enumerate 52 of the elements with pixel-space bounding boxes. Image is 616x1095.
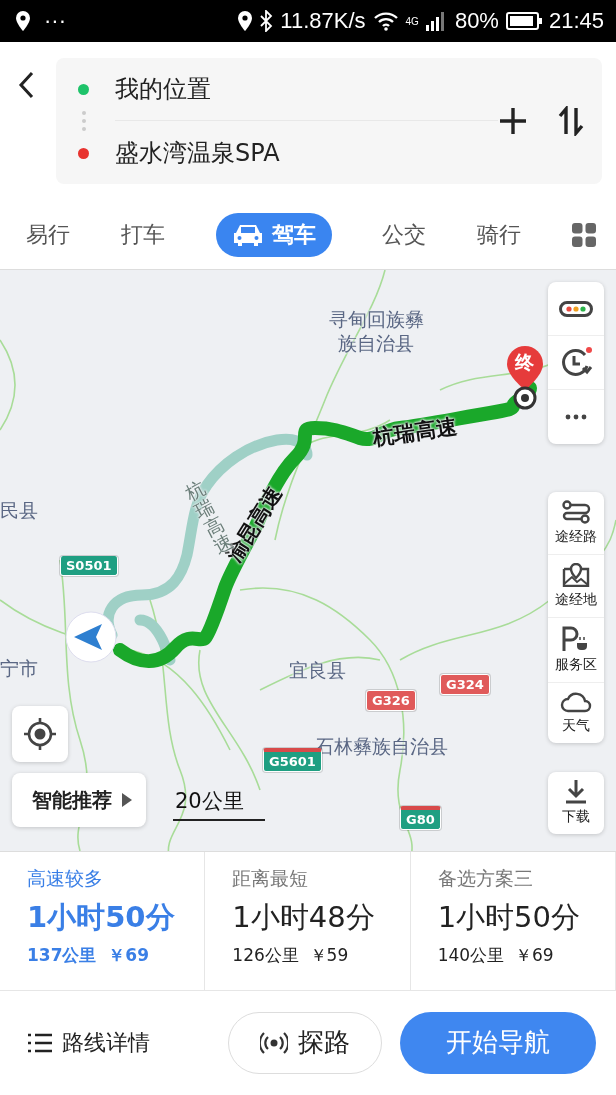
map-tool-button[interactable]: 途经路 [548, 492, 604, 555]
location-icon [16, 11, 30, 31]
battery-percent: 80% [454, 8, 499, 34]
map-tool-button[interactable]: 途经地 [548, 555, 604, 618]
recommend-button[interactable]: 智能推荐 [12, 773, 146, 827]
more-indicator: ··· [44, 8, 66, 34]
origin-field[interactable]: 我的位置 [115, 73, 211, 105]
place-label: 宁市 [0, 656, 38, 681]
end-marker-label: 终 [513, 350, 535, 375]
road-shield: G5601 [263, 748, 322, 772]
route-details-button[interactable]: 路线详情 [28, 1027, 228, 1058]
list-icon [28, 1032, 52, 1053]
mode-tab[interactable]: 驾车 [215, 212, 332, 257]
mode-tab[interactable]: 打车 [120, 212, 165, 257]
mode-tab[interactable]: 公交 [382, 212, 427, 257]
add-waypoint-button[interactable] [498, 106, 528, 136]
mode-tab[interactable]: 骑行 [477, 212, 522, 257]
locate-icon [23, 717, 57, 751]
road-shield: G326 [366, 690, 416, 711]
battery-icon [505, 12, 542, 30]
destination-field[interactable]: 盛水湾温泉SPA [115, 137, 280, 169]
swap-button[interactable] [558, 106, 584, 136]
network-type: 4G [405, 16, 419, 27]
start-navigation-button[interactable]: 开始导航 [400, 1011, 596, 1074]
map-tool-button[interactable]: 天气 [548, 683, 604, 743]
location-icon [238, 11, 253, 31]
play-triangle-icon [122, 793, 132, 807]
road-shield: G80 [400, 806, 441, 830]
traffic-light-icon [559, 300, 593, 317]
more-icon [565, 414, 587, 420]
map-pin-icon [562, 563, 590, 587]
road-shield: G324 [440, 674, 490, 695]
wifi-icon [372, 11, 399, 31]
download-button[interactable]: 下载 [548, 772, 604, 834]
locate-button[interactable] [12, 706, 68, 762]
explore-button[interactable]: 探路 [228, 1011, 382, 1074]
more-modes-button[interactable] [572, 222, 596, 247]
bluetooth-icon [259, 10, 274, 32]
road-label: 杭瑞高速 [371, 413, 459, 452]
broadcast-icon [260, 1030, 288, 1055]
cloud-icon [560, 691, 592, 713]
road-shield: S0501 [60, 556, 118, 576]
clock-time: 21:45 [548, 8, 604, 34]
route-nodes-icon [561, 500, 591, 524]
scale-bar: 20公里 [173, 787, 265, 821]
mode-tab[interactable]: 易行 [26, 212, 70, 257]
car-icon [231, 222, 264, 247]
place-label: 民县 [0, 498, 38, 523]
back-button[interactable] [16, 70, 36, 100]
download-icon [565, 780, 587, 804]
map-tool-button[interactable]: 服务区 [548, 618, 604, 683]
network-speed: 11.87K/s [280, 8, 366, 34]
